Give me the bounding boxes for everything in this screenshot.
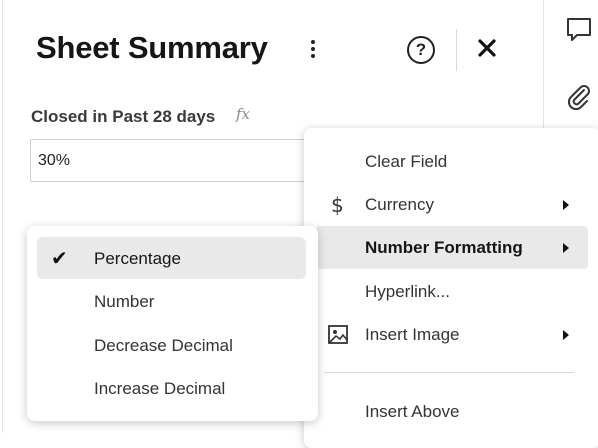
checkmark-icon: ✔: [51, 248, 68, 270]
menu-item-clear-field[interactable]: Clear Field: [304, 140, 598, 183]
menu-item-hyperlink[interactable]: Hyperlink...: [304, 270, 598, 313]
image-icon: [328, 325, 348, 344]
submenu-item-decrease-decimal[interactable]: Decrease Decimal: [37, 324, 306, 366]
menu-item-insert-above[interactable]: Insert Above: [304, 390, 598, 433]
menu-item-label: Insert Image: [365, 325, 460, 344]
submenu-item-number[interactable]: Number: [37, 280, 306, 322]
comment-icon: [567, 18, 591, 41]
menu-item-insert-image[interactable]: Insert Image: [304, 313, 598, 356]
context-menu: Clear Field $ Currency Number Formatting…: [304, 128, 598, 448]
submenu-item-label: Increase Decimal: [94, 379, 226, 398]
menu-item-currency[interactable]: $ Currency: [304, 183, 598, 226]
submenu-item-label: Number: [94, 292, 155, 311]
menu-item-number-formatting[interactable]: Number Formatting: [316, 226, 588, 269]
more-vertical-icon-dot: [311, 54, 315, 58]
attachment-button[interactable]: [565, 82, 593, 111]
number-formatting-submenu: ✔ Percentage Number Decrease Decimal Inc…: [27, 226, 318, 421]
more-vertical-icon-dot: [311, 47, 315, 51]
close-button[interactable]: [475, 36, 501, 62]
header-divider: [456, 29, 457, 71]
submenu-item-increase-decimal[interactable]: Increase Decimal: [37, 367, 306, 409]
submenu-item-percentage[interactable]: ✔ Percentage: [37, 237, 306, 279]
menu-item-label: Currency: [365, 195, 434, 214]
panel-border: [2, 0, 3, 433]
more-vertical-icon: [311, 40, 315, 44]
field-label: Closed in Past 28 days: [31, 107, 216, 126]
submenu-arrow-icon: [563, 243, 569, 253]
more-options-button[interactable]: [306, 38, 320, 64]
submenu-item-label: Percentage: [94, 249, 181, 268]
menu-separator: [324, 372, 574, 373]
menu-item-label: Clear Field: [365, 152, 448, 171]
formula-icon[interactable]: fx: [236, 105, 250, 123]
submenu-arrow-icon: [563, 330, 569, 340]
help-button[interactable]: ?: [407, 36, 435, 64]
submenu-arrow-icon: [563, 200, 569, 210]
dollar-icon: $: [331, 194, 344, 216]
attachment-icon: [567, 85, 590, 111]
comment-button[interactable]: [565, 16, 593, 44]
menu-item-label: Insert Above: [365, 402, 460, 421]
submenu-item-label: Decrease Decimal: [94, 336, 233, 355]
panel-title: Sheet Summary: [36, 30, 268, 65]
field-value-input[interactable]: 30%: [30, 139, 320, 182]
menu-item-label: Hyperlink...: [365, 282, 451, 301]
svg-text:$: $: [331, 194, 344, 216]
close-icon: [478, 39, 496, 57]
menu-item-label: Number Formatting: [365, 238, 523, 257]
